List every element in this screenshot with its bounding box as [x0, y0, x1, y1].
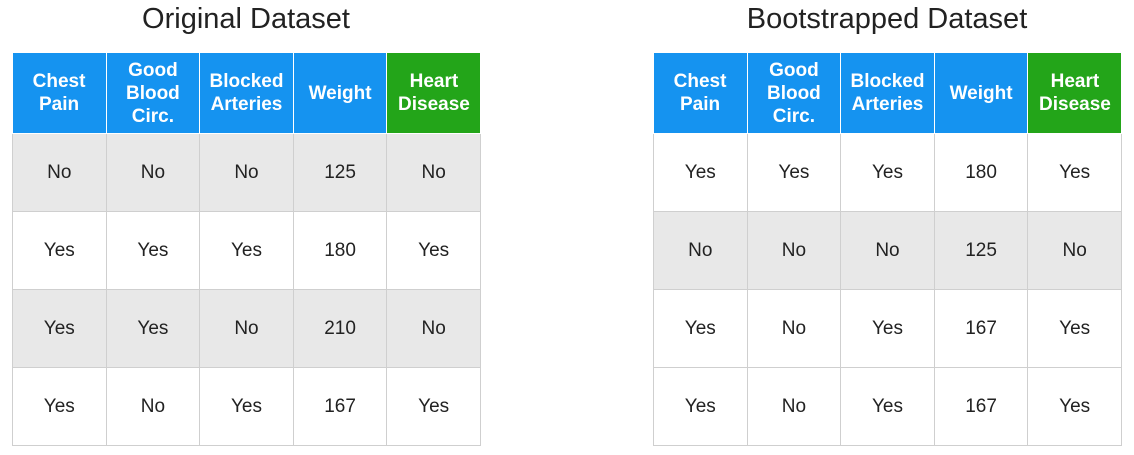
cell-weight: 180 [292, 211, 388, 290]
table-row: Yes Yes Yes 180 Yes [12, 211, 481, 290]
cell-blocked-arteries: Yes [199, 211, 294, 290]
cell-heart-disease: Yes [1027, 367, 1122, 446]
cell-heart-disease: Yes [1027, 133, 1122, 212]
cell-good-blood-circ: No [746, 211, 842, 290]
table-row: No No No 125 No [12, 133, 481, 212]
cell-chest-pain: Yes [653, 133, 748, 212]
cell-weight: 167 [933, 289, 1029, 368]
cell-blocked-arteries: Yes [840, 133, 935, 212]
table-row: Yes Yes No 210 No [12, 289, 481, 368]
header-weight: Weight [292, 53, 388, 134]
cell-chest-pain: No [12, 133, 107, 212]
header-row: Chest Pain Good Blood Circ. Blocked Arteries… [653, 53, 1122, 134]
cell-good-blood-circ: Yes [105, 211, 201, 290]
cell-blocked-arteries: Yes [199, 367, 294, 446]
cell-good-blood-circ: Yes [105, 289, 201, 368]
cell-chest-pain: Yes [12, 289, 107, 368]
header-heart-disease: Heart Disease [1027, 53, 1122, 134]
cell-chest-pain: No [653, 211, 748, 290]
cell-weight: 210 [292, 289, 388, 368]
cell-chest-pain: Yes [12, 211, 107, 290]
header-blocked-arteries: Blocked Arteries [199, 53, 294, 134]
header-heart-disease: Heart Disease [386, 53, 481, 134]
table-row: No No No 125 No [653, 211, 1122, 290]
cell-good-blood-circ: No [105, 133, 201, 212]
cell-heart-disease: Yes [1027, 289, 1122, 368]
cell-heart-disease: No [1027, 211, 1122, 290]
bootstrapped-dataset-table: Chest Pain Good Blood Circ. Blocked Arteries… [653, 53, 1122, 446]
original-dataset-title: Original Dataset [142, 3, 350, 35]
cell-weight: 180 [933, 133, 1029, 212]
cell-blocked-arteries: No [199, 289, 294, 368]
header-good-blood-circ: Good Blood Circ. [105, 53, 201, 134]
header-chest-pain: Chest Pain [12, 53, 107, 134]
bootstrapped-dataset-title: Bootstrapped Dataset [746, 3, 1028, 35]
header-good-blood-circ: Good Blood Circ. [746, 53, 842, 134]
cell-blocked-arteries: Yes [840, 289, 935, 368]
header-blocked-arteries: Blocked Arteries [840, 53, 935, 134]
cell-blocked-arteries: No [840, 211, 935, 290]
cell-heart-disease: No [386, 133, 481, 212]
cell-heart-disease: Yes [386, 367, 481, 446]
cell-weight: 125 [292, 133, 388, 212]
header-chest-pain: Chest Pain [653, 53, 748, 134]
cell-good-blood-circ: No [746, 367, 842, 446]
cell-chest-pain: Yes [653, 289, 748, 368]
cell-good-blood-circ: Yes [746, 133, 842, 212]
cell-weight: 125 [933, 211, 1029, 290]
cell-heart-disease: Yes [386, 211, 481, 290]
table-row: Yes Yes Yes 180 Yes [653, 133, 1122, 212]
cell-chest-pain: Yes [12, 367, 107, 446]
cell-chest-pain: Yes [653, 367, 748, 446]
cell-blocked-arteries: Yes [840, 367, 935, 446]
header-weight: Weight [933, 53, 1029, 134]
original-dataset-table: Chest Pain Good Blood Circ. Blocked Arteries… [12, 53, 481, 446]
cell-weight: 167 [292, 367, 388, 446]
cell-blocked-arteries: No [199, 133, 294, 212]
cell-good-blood-circ: No [105, 367, 201, 446]
header-row: Chest Pain Good Blood Circ. Blocked Arteries… [12, 53, 481, 134]
cell-good-blood-circ: No [746, 289, 842, 368]
table-row: Yes No Yes 167 Yes [653, 367, 1122, 446]
table-row: Yes No Yes 167 Yes [12, 367, 481, 446]
table-row: Yes No Yes 167 Yes [653, 289, 1122, 368]
cell-heart-disease: No [386, 289, 481, 368]
cell-weight: 167 [933, 367, 1029, 446]
